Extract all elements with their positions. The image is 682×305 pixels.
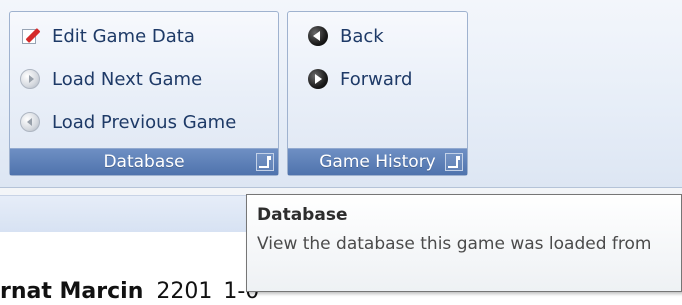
database-launcher-button[interactable] [256, 153, 274, 171]
edit-game-data-label: Edit Game Data [52, 25, 195, 47]
game-history-launcher-button[interactable] [445, 153, 463, 171]
load-next-game-button[interactable]: Load Next Game [20, 65, 202, 93]
edit-game-data-button[interactable]: Edit Game Data [20, 22, 195, 50]
database-group: Edit Game Data Load Next Game Load Previ… [9, 11, 279, 176]
load-next-game-label: Load Next Game [52, 68, 203, 90]
database-tooltip: Database View the database this game was… [246, 194, 682, 292]
edit-game-data-icon [20, 26, 41, 46]
load-previous-game-label: Load Previous Game [52, 111, 237, 133]
player-name: rnat Marcin [0, 279, 144, 304]
tooltip-title: Database [257, 205, 348, 225]
player-rating: 2201 [156, 279, 213, 304]
game-history-group: Back Forward Game History [287, 11, 468, 176]
back-button[interactable]: Back [308, 22, 384, 50]
forward-icon [308, 69, 328, 89]
load-previous-game-icon [20, 112, 40, 132]
game-history-group-title: Game History [319, 152, 436, 172]
load-previous-game-button[interactable]: Load Previous Game [20, 108, 236, 136]
game-history-group-label: Game History [288, 148, 467, 175]
database-group-label: Database [10, 148, 278, 175]
load-next-game-icon [20, 69, 40, 89]
back-label: Back [340, 25, 384, 47]
forward-button[interactable]: Forward [308, 65, 412, 93]
database-group-title: Database [103, 152, 185, 172]
back-icon [308, 26, 328, 46]
tooltip-body: View the database this game was loaded f… [257, 234, 652, 254]
forward-label: Forward [340, 68, 413, 90]
